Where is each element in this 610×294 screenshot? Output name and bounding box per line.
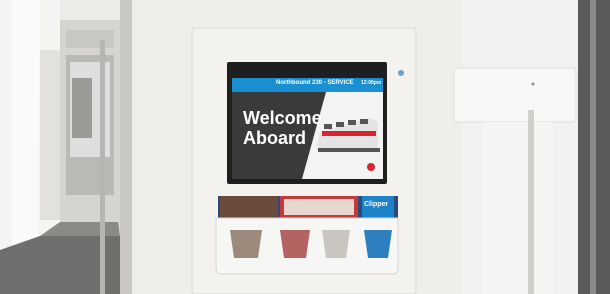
door-top-panel	[66, 30, 114, 48]
train-undercarriage	[318, 148, 380, 152]
rack-pocket	[322, 230, 350, 258]
door-jamb	[120, 0, 132, 294]
train-window	[360, 119, 368, 124]
corridor-wall-light	[12, 0, 40, 250]
train-window	[336, 122, 344, 127]
train-stripe	[322, 131, 376, 136]
display-headline: Welcome Aboard	[243, 108, 322, 148]
luggage-shelf	[453, 67, 577, 123]
corridor-side	[40, 50, 60, 220]
rack-pocket	[364, 230, 392, 258]
train-window	[324, 124, 332, 129]
indicator-light	[531, 82, 535, 86]
brochure-2-photo	[284, 199, 354, 215]
sensor-light-icon	[398, 70, 404, 76]
rack-pocket	[230, 230, 262, 258]
train-window	[348, 120, 356, 125]
window-frame	[590, 0, 596, 294]
corridor-floor	[0, 236, 130, 294]
display-time-text: 12:00pm	[361, 80, 382, 86]
display-route-text: Northbound 230 - SERVICE	[276, 80, 354, 86]
clipper-card-label: Clipper	[364, 201, 389, 208]
rack-pocket	[280, 230, 310, 258]
handrail-pole-left	[100, 40, 105, 294]
caltrain-logo-icon	[367, 163, 375, 171]
door-window-interior	[72, 78, 92, 138]
handrail-pole-right	[528, 110, 534, 294]
train-interior-scene: Northbound 230 - SERVICE 12:00pm Welcome…	[0, 0, 610, 294]
column-panel	[483, 122, 553, 294]
